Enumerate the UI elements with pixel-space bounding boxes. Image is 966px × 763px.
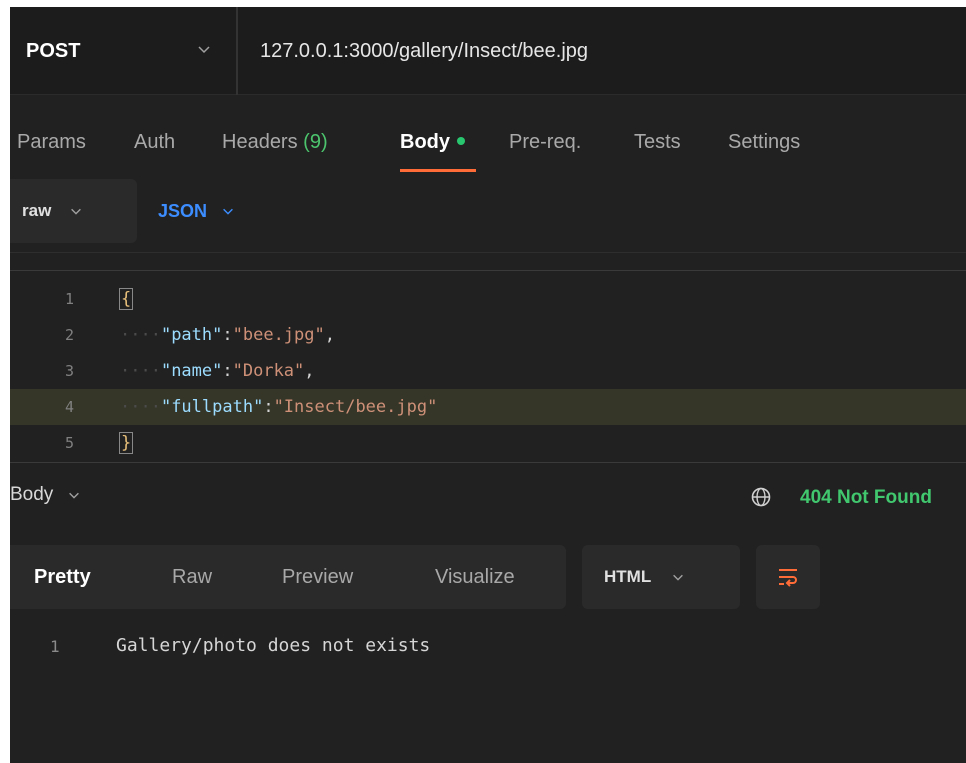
method-label: POST <box>26 39 81 62</box>
editor-line-current: 4 ····"fullpath":"Insect/bee.jpg" <box>10 389 966 425</box>
response-body-dropdown[interactable]: Body <box>10 484 81 506</box>
postman-window: POST 127.0.0.1:3000/gallery/Insect/bee.j… <box>10 7 966 763</box>
tab-settings[interactable]: Settings <box>728 131 800 154</box>
body-mode-label: raw <box>22 201 52 220</box>
body-indicator-dot <box>457 136 465 145</box>
url-input[interactable]: 127.0.0.1:3000/gallery/Insect/bee.jpg <box>260 7 588 95</box>
tab-pre-req[interactable]: Pre-req. <box>509 131 581 154</box>
tab-auth[interactable]: Auth <box>134 131 175 154</box>
response-label: Body <box>10 484 54 505</box>
request-bar: POST 127.0.0.1:3000/gallery/Insect/bee.j… <box>10 7 966 95</box>
active-tab-underline <box>400 169 476 172</box>
response-text: Gallery/photo does not exists <box>116 635 431 656</box>
tab-visualize[interactable]: Visualize <box>435 545 515 609</box>
tab-params[interactable]: Params <box>17 131 86 154</box>
tab-headers[interactable]: Headers (9) <box>222 131 328 154</box>
response-format-label: HTML <box>604 567 652 586</box>
tab-raw[interactable]: Raw <box>172 545 212 609</box>
tab-body[interactable]: Body <box>400 131 465 154</box>
body-language-dropdown[interactable]: JSON <box>158 179 235 243</box>
body-language-label: JSON <box>158 200 208 221</box>
divider <box>10 462 966 463</box>
globe-icon[interactable] <box>750 486 772 508</box>
divider <box>10 270 966 271</box>
chevron-down-icon <box>673 574 684 581</box>
headers-count: (9) <box>303 131 328 153</box>
editor-line: 2 ····"path":"bee.jpg", <box>64 325 335 345</box>
close-brace: } <box>118 432 134 454</box>
method-selector[interactable]: POST <box>10 7 238 95</box>
request-body-editor[interactable]: 1 { 2 ····"path":"bee.jpg", 3 ····"name"… <box>10 277 966 457</box>
chevron-down-icon <box>69 492 80 499</box>
editor-line: 3 ····"name":"Dorka", <box>64 361 315 381</box>
response-line-number: 1 <box>50 637 60 656</box>
chevron-down-icon <box>223 208 233 215</box>
editor-line: 1 { <box>64 288 134 310</box>
chevron-down-icon <box>198 46 210 54</box>
response-format-dropdown[interactable]: HTML <box>582 545 740 609</box>
tab-preview[interactable]: Preview <box>282 545 353 609</box>
body-mode-dropdown[interactable]: raw <box>10 179 137 243</box>
tab-pretty[interactable]: Pretty <box>34 545 91 609</box>
tab-tests[interactable]: Tests <box>634 131 681 154</box>
status-badge[interactable]: 404 Not Found <box>800 487 932 509</box>
wrap-lines-button[interactable] <box>756 545 820 609</box>
chevron-down-icon <box>71 208 82 215</box>
wrap-lines-icon <box>779 569 797 587</box>
divider <box>10 252 966 253</box>
open-brace: { <box>118 288 134 310</box>
editor-line: 5 } <box>64 432 134 454</box>
response-view-tabs: Pretty Raw Preview Visualize <box>10 545 566 609</box>
